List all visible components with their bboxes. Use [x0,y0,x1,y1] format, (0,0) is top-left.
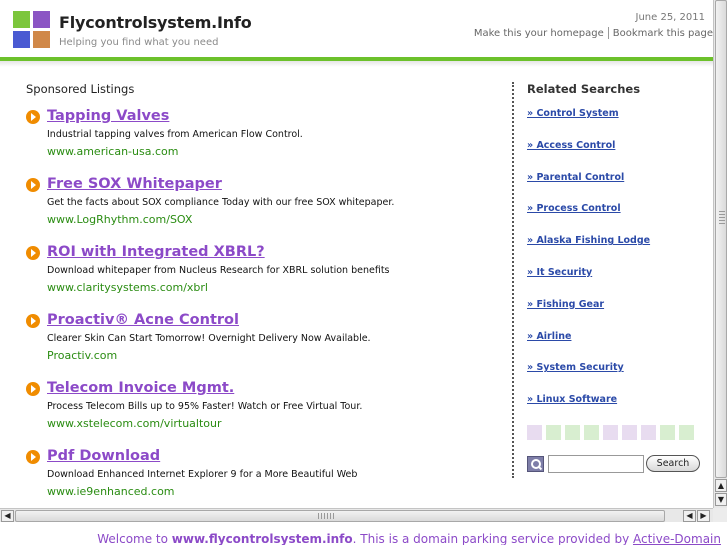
ad-title-link[interactable]: Telecom Invoice Mgmt. [47,378,496,398]
bookmark-link[interactable]: Bookmark this page [613,28,713,39]
footer-middle: . This is a domain parking service provi… [352,532,633,545]
ad-url-link[interactable]: www.xstelecom.com/virtualtour [47,417,496,430]
arrow-bullet-icon[interactable] [26,382,40,396]
make-homepage-link[interactable]: Make this your homepage [474,28,604,39]
related-link[interactable]: » Linux Software [527,394,705,426]
arrow-bullet-icon[interactable] [26,178,40,192]
ad-url-link[interactable]: www.american-usa.com [47,145,496,158]
ad-url-link[interactable]: www.LogRhythm.com/SOX [47,213,496,226]
search-input[interactable] [548,455,644,473]
ad-title-link[interactable]: Free SOX Whitepaper [47,174,496,194]
column-divider [512,82,514,478]
horizontal-scrollbar[interactable]: ◀ ◀ ▶ [0,508,713,522]
ad-description: Download Enhanced Internet Explorer 9 fo… [47,469,358,480]
related-link[interactable]: » Fishing Gear [527,299,705,331]
logo-square-blue [13,31,30,48]
ad-description: Clearer Skin Can Start Tomorrow! Overnig… [47,333,371,344]
provider-link[interactable]: Active-Domain [633,532,721,545]
site-title[interactable]: Flycontrolsystem.Info [59,13,252,32]
ad-description: Industrial tapping valves from American … [47,129,303,140]
color-swatch [641,425,656,440]
page: Flycontrolsystem.Info Helping you find w… [0,0,727,545]
site-tagline: Helping you find what you need [59,37,219,48]
related-searches: Related Searches » Control System » Acce… [527,82,705,426]
related-link[interactable]: » Parental Control [527,172,705,204]
search-button[interactable]: Search [646,455,700,472]
scroll-grip-icon [318,513,336,519]
footer-banner: Welcome to www.flycontrolsystem.info. Th… [0,522,727,545]
ad-title-link[interactable]: Proactiv® Acne Control [47,310,496,330]
related-link[interactable]: » System Security [527,362,705,394]
footer-domain: www.flycontrolsystem.info [171,532,353,545]
ad-description: Get the facts about SOX compliance Today… [47,197,395,208]
ad-listing: Telecom Invoice Mgmt. Process Telecom Bi… [26,378,496,446]
scroll-up-arrow-icon[interactable]: ▲ [715,479,727,492]
ad-listing: Free SOX Whitepaper Get the facts about … [26,174,496,242]
ad-title-link[interactable]: Tapping Valves [47,106,496,126]
color-swatch [660,425,675,440]
scrollbar-corner [713,508,727,522]
related-link[interactable]: » It Security [527,267,705,299]
site-logo[interactable] [13,11,51,49]
arrow-bullet-icon[interactable] [26,314,40,328]
scroll-right-arrow-icon[interactable]: ▶ [697,510,710,522]
scroll-left-arrow-icon[interactable]: ◀ [1,510,14,522]
vertical-scrollbar[interactable]: ▲ ▼ [713,0,727,508]
arrow-bullet-icon[interactable] [26,110,40,124]
color-swatch [565,425,580,440]
color-swatch [527,425,542,440]
site-header: Flycontrolsystem.Info Helping you find w… [0,0,713,58]
sponsored-listings-title: Sponsored Listings [26,82,135,96]
ad-url-link[interactable]: Proactiv.com [47,349,496,362]
sponsored-listings: Sponsored Listings Tapping Valves Indust… [26,82,496,514]
header-shadow [0,61,713,67]
color-swatch-row [527,425,698,440]
color-swatch [584,425,599,440]
logo-square-orange [33,31,50,48]
ad-title-link[interactable]: Pdf Download [47,446,496,466]
related-searches-title: Related Searches [527,82,641,96]
horizontal-scroll-thumb[interactable] [15,510,665,522]
ad-listing: Proactiv® Acne Control Clearer Skin Can … [26,310,496,378]
color-swatch [603,425,618,440]
ad-listing: Pdf Download Download Enhanced Internet … [26,446,496,514]
logo-square-green [13,11,30,28]
ad-url-link[interactable]: www.claritysystems.com/xbrl [47,281,496,294]
arrow-bullet-icon[interactable] [26,450,40,464]
header-links: Make this your homepage Bookmark this pag… [474,27,713,39]
scroll-left-arrow-icon[interactable]: ◀ [683,510,696,522]
color-swatch [622,425,637,440]
vertical-scroll-thumb[interactable] [715,0,727,478]
ad-title-link[interactable]: ROI with Integrated XBRL? [47,242,496,262]
related-link[interactable]: » Process Control [527,203,705,235]
ad-url-link[interactable]: www.ie9enhanced.com [47,485,496,498]
logo-square-purple [33,11,50,28]
date-label: June 25, 2011 [635,12,706,23]
ad-listing: Tapping Valves Industrial tapping valves… [26,106,496,174]
related-link[interactable]: » Control System [527,108,705,140]
color-swatch [546,425,561,440]
footer-prefix: Welcome to [97,532,172,545]
ad-listing: ROI with Integrated XBRL? Download white… [26,242,496,310]
scroll-grip-icon [719,211,725,225]
related-link[interactable]: » Alaska Fishing Lodge [527,235,705,267]
arrow-bullet-icon[interactable] [26,246,40,260]
scroll-down-arrow-icon[interactable]: ▼ [715,493,727,506]
search-bar: Search [527,454,707,474]
related-link[interactable]: » Airline [527,331,705,363]
color-swatch [679,425,694,440]
search-icon [527,456,544,472]
ad-description: Download whitepaper from Nucleus Researc… [47,265,390,276]
ad-description: Process Telecom Bills up to 95% Faster! … [47,401,363,412]
link-divider [607,27,609,39]
related-link[interactable]: » Access Control [527,140,705,172]
